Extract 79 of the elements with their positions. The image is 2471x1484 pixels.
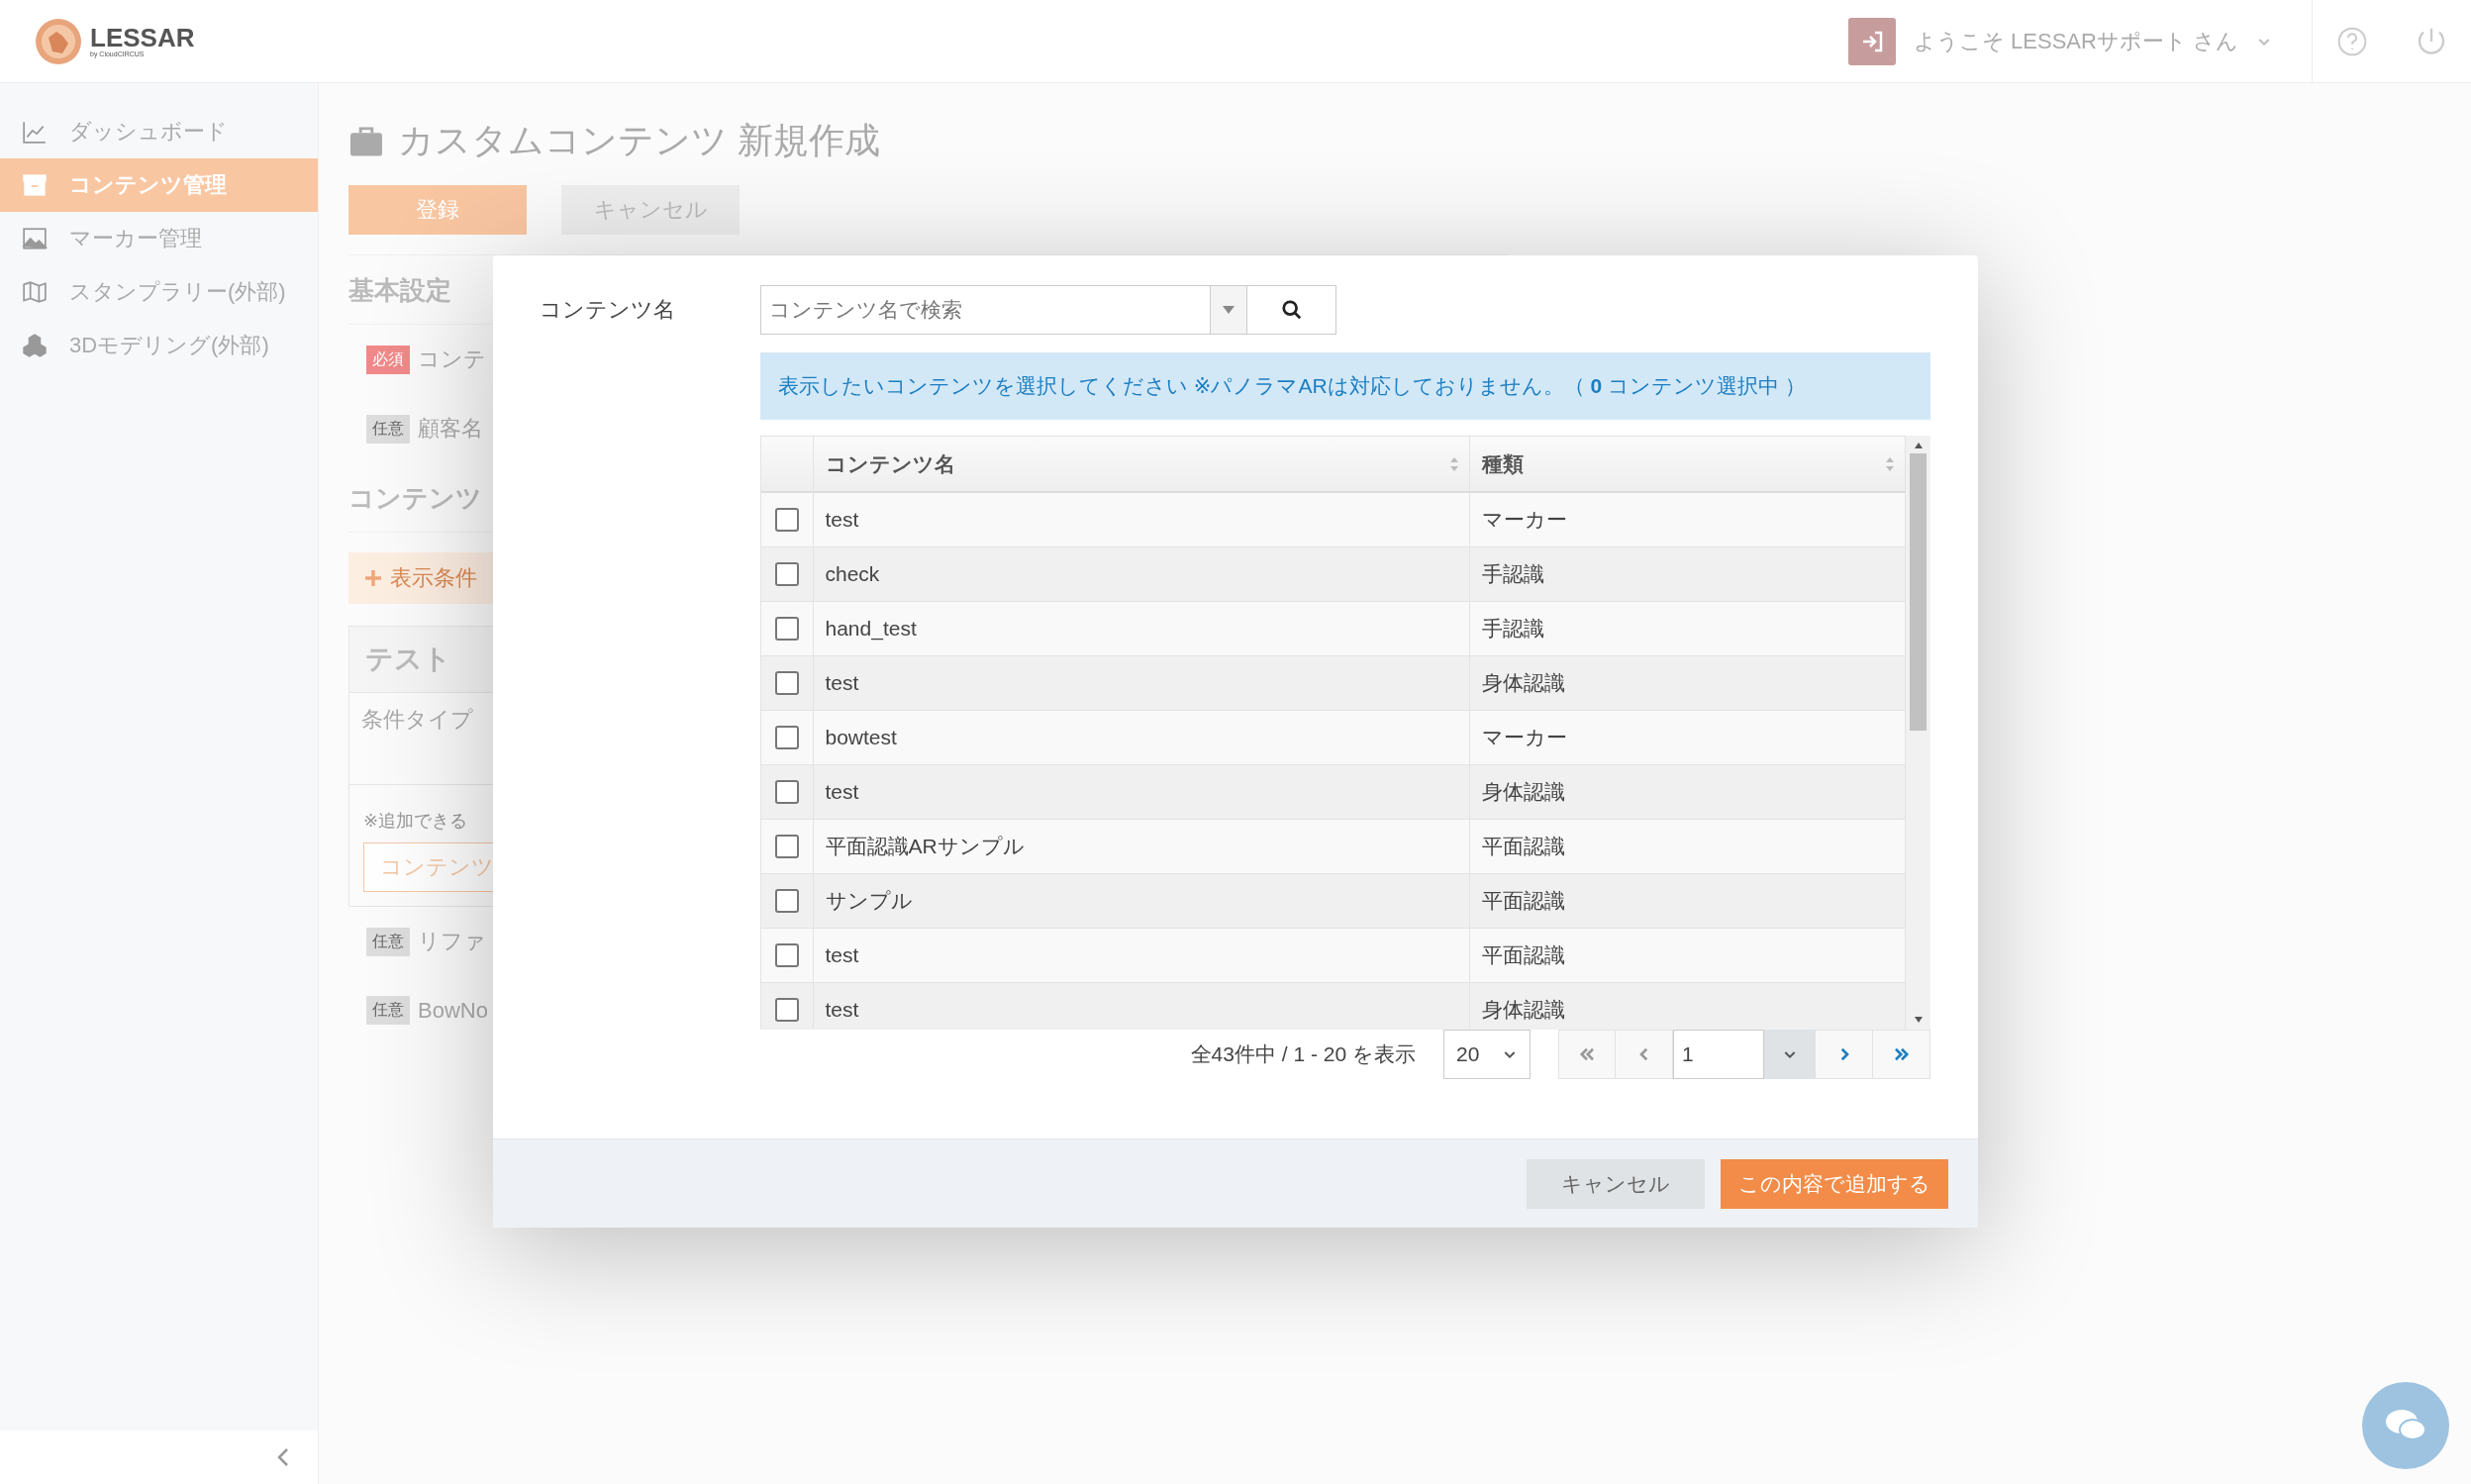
table-cell: check bbox=[813, 546, 1469, 601]
checkbox[interactable] bbox=[774, 562, 799, 587]
field-label: 顧客名 bbox=[418, 415, 483, 443]
user-menu[interactable]: ようこそ LESSARサポート さん bbox=[1913, 26, 2238, 56]
scrollbar[interactable] bbox=[1906, 436, 1930, 1030]
optional-badge: 任意 bbox=[366, 927, 410, 956]
table-cell: 平面認識ARサンプル bbox=[813, 819, 1469, 873]
dropdown-button[interactable] bbox=[1210, 285, 1247, 335]
table-cell: 身体認識 bbox=[1469, 655, 1906, 710]
collapse-icon[interactable] bbox=[276, 1447, 290, 1467]
sort-icon bbox=[1448, 456, 1459, 472]
image-icon bbox=[22, 226, 48, 251]
table-cell: 手認識 bbox=[1469, 546, 1906, 601]
checkbox[interactable] bbox=[774, 998, 799, 1023]
results-summary: 全43件中 / 1 - 20 を表示 bbox=[1190, 1041, 1416, 1067]
field-label: コンテ bbox=[418, 346, 486, 373]
checkbox[interactable] bbox=[774, 780, 799, 805]
table-cell: 手認識 bbox=[1469, 601, 1906, 655]
search-icon bbox=[1280, 299, 1303, 321]
checkbox[interactable] bbox=[774, 943, 799, 968]
cancel-button[interactable]: キャンセル bbox=[1527, 1158, 1705, 1209]
page-input[interactable]: 1 bbox=[1673, 1030, 1764, 1079]
field-label: コンテンツ名 bbox=[540, 296, 676, 324]
double-right-icon bbox=[1892, 1045, 1911, 1063]
sidebar-item[interactable]: コンテンツ管理 bbox=[0, 158, 318, 212]
pager-button[interactable] bbox=[1873, 1030, 1930, 1079]
search-field[interactable]: コンテンツ名で検索 bbox=[760, 285, 1210, 335]
column-header[interactable]: 種類 bbox=[1469, 437, 1906, 492]
table-cell: 身体認識 bbox=[1469, 764, 1906, 819]
table-cell: 平面認識 bbox=[1469, 819, 1906, 873]
checkbox[interactable] bbox=[774, 835, 799, 859]
page-size-select[interactable]: 20 bbox=[1443, 1030, 1531, 1079]
optional-badge: 任意 bbox=[366, 996, 410, 1025]
page-title: カスタムコンテンツ 新規作成 bbox=[348, 117, 1507, 165]
table-cell: マーカー bbox=[1469, 492, 1906, 546]
scroll-up-icon bbox=[1913, 442, 1924, 449]
table-cell: bowtest bbox=[813, 710, 1469, 764]
table-cell: マーカー bbox=[1469, 710, 1906, 764]
register-button[interactable]: 登録 bbox=[348, 185, 527, 235]
sidebar-item[interactable]: ダッシュボード bbox=[0, 105, 318, 158]
optional-badge: 任意 bbox=[366, 414, 410, 444]
checkbox[interactable] bbox=[774, 508, 799, 533]
add-button[interactable]: この内容で追加する bbox=[1721, 1158, 1948, 1209]
login-button[interactable] bbox=[1847, 17, 1896, 65]
toolbox-icon bbox=[348, 125, 384, 157]
help-button[interactable] bbox=[2336, 25, 2368, 57]
table-cell: test bbox=[813, 492, 1469, 546]
cubes-icon bbox=[22, 333, 48, 358]
field-label: リファ bbox=[418, 928, 486, 955]
table-cell: hand_test bbox=[813, 601, 1469, 655]
table-cell: 平面認識 bbox=[1469, 928, 1906, 982]
double-left-icon bbox=[1578, 1045, 1596, 1063]
sidebar-item[interactable]: 3Dモデリング(外部) bbox=[0, 319, 318, 372]
field-label: BowNo bbox=[418, 997, 488, 1024]
checkbox[interactable] bbox=[774, 889, 799, 914]
dropdown-icon bbox=[1222, 305, 1236, 315]
logo-text: LESSAR bbox=[90, 25, 195, 50]
table-cell: 平面認識 bbox=[1469, 873, 1906, 928]
column-header[interactable]: コンテンツ名 bbox=[813, 437, 1469, 492]
checkbox[interactable] bbox=[774, 671, 799, 696]
chart-icon bbox=[22, 119, 48, 145]
info-message: 表示したいコンテンツを選択してください ※パノラマARは対応しておりません。（ 0 コンテンツ選択中 ） bbox=[760, 352, 1930, 420]
scroll-down-icon bbox=[1913, 1016, 1924, 1024]
note-text: ※追加できる bbox=[362, 810, 469, 833]
table-cell: test bbox=[813, 928, 1469, 982]
sort-icon bbox=[1885, 456, 1895, 472]
checkbox[interactable] bbox=[774, 617, 799, 642]
logo-icon bbox=[35, 17, 82, 65]
table-cell: test bbox=[813, 764, 1469, 819]
plus-icon bbox=[364, 569, 382, 587]
table-cell: サンプル bbox=[813, 873, 1469, 928]
sidebar-item[interactable]: スタンプラリー(外部) bbox=[0, 265, 318, 319]
required-badge: 必須 bbox=[366, 345, 410, 374]
map-icon bbox=[22, 279, 48, 305]
search-button[interactable] bbox=[1247, 285, 1336, 335]
checkbox[interactable] bbox=[774, 726, 799, 750]
sidebar-item[interactable]: マーカー管理 bbox=[0, 212, 318, 265]
archive-icon bbox=[22, 172, 48, 198]
table-cell: test bbox=[813, 655, 1469, 710]
